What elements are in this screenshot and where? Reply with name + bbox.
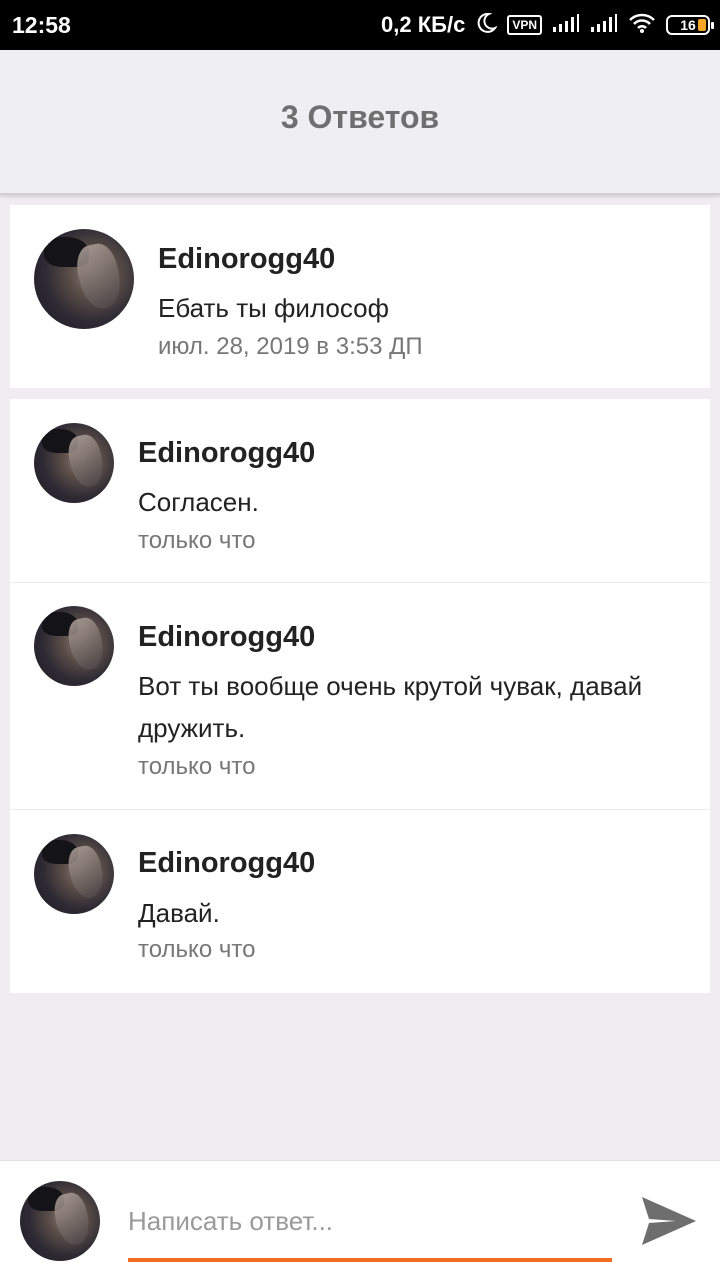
comment-time: только что	[138, 936, 256, 963]
comment-time: только что	[138, 527, 256, 554]
parent-comment: Edinorogg40 Ебать ты философ июл. 28, 20…	[10, 205, 710, 388]
comment-time: июл. 28, 2019 в 3:53 ДП	[158, 333, 423, 360]
comment-author[interactable]: Edinorogg40	[158, 243, 335, 276]
comment-author[interactable]: Edinorogg40	[138, 847, 315, 880]
reply-input[interactable]	[128, 1199, 612, 1243]
avatar[interactable]	[34, 423, 114, 503]
comment-time: только что	[138, 753, 256, 780]
vpn-icon: VPN	[507, 15, 542, 35]
network-speed: 0,2 КБ/с	[381, 12, 466, 37]
avatar	[20, 1181, 100, 1261]
list-item: Edinorogg40 Давай. только что	[10, 810, 710, 993]
status-icons: 0,2 КБ/с VPN 16	[381, 10, 714, 40]
comment-author[interactable]: Edinorogg40	[138, 437, 315, 470]
signal-icon	[552, 13, 580, 38]
status-time: 12:58	[12, 12, 71, 38]
send-button[interactable]	[640, 1193, 698, 1249]
status-bar: 12:58 0,2 КБ/с VPN 16	[0, 0, 720, 50]
page-title: 3 Ответов	[280, 99, 440, 135]
comment-text: Вот ты вообще очень крутой чувак, давай …	[138, 671, 643, 743]
comment-text: Согласен.	[138, 487, 259, 517]
comment-text: Ебать ты философ	[158, 293, 390, 323]
list-item: Edinorogg40 Согласен. только что	[10, 399, 710, 582]
send-icon	[642, 1197, 696, 1245]
moon-icon	[475, 12, 499, 39]
battery-level: 16	[680, 17, 696, 33]
replies-header: 3 Ответов	[0, 50, 720, 195]
battery-icon: 16	[666, 15, 714, 35]
avatar[interactable]	[34, 229, 134, 329]
list-item: Edinorogg40 Вот ты вообще очень крутой ч…	[10, 583, 710, 809]
signal-icon-2	[590, 13, 618, 38]
reply-composer	[0, 1160, 720, 1281]
replies-list: Edinorogg40 Согласен. только что Edinoro…	[10, 399, 710, 993]
input-underline	[128, 1258, 612, 1262]
avatar[interactable]	[34, 606, 114, 686]
avatar[interactable]	[34, 834, 114, 914]
comment-text: Давай.	[138, 898, 220, 928]
parent-comment-card: Edinorogg40 Ебать ты философ июл. 28, 20…	[10, 205, 710, 388]
comment-author[interactable]: Edinorogg40	[138, 621, 315, 654]
wifi-icon	[628, 12, 656, 39]
